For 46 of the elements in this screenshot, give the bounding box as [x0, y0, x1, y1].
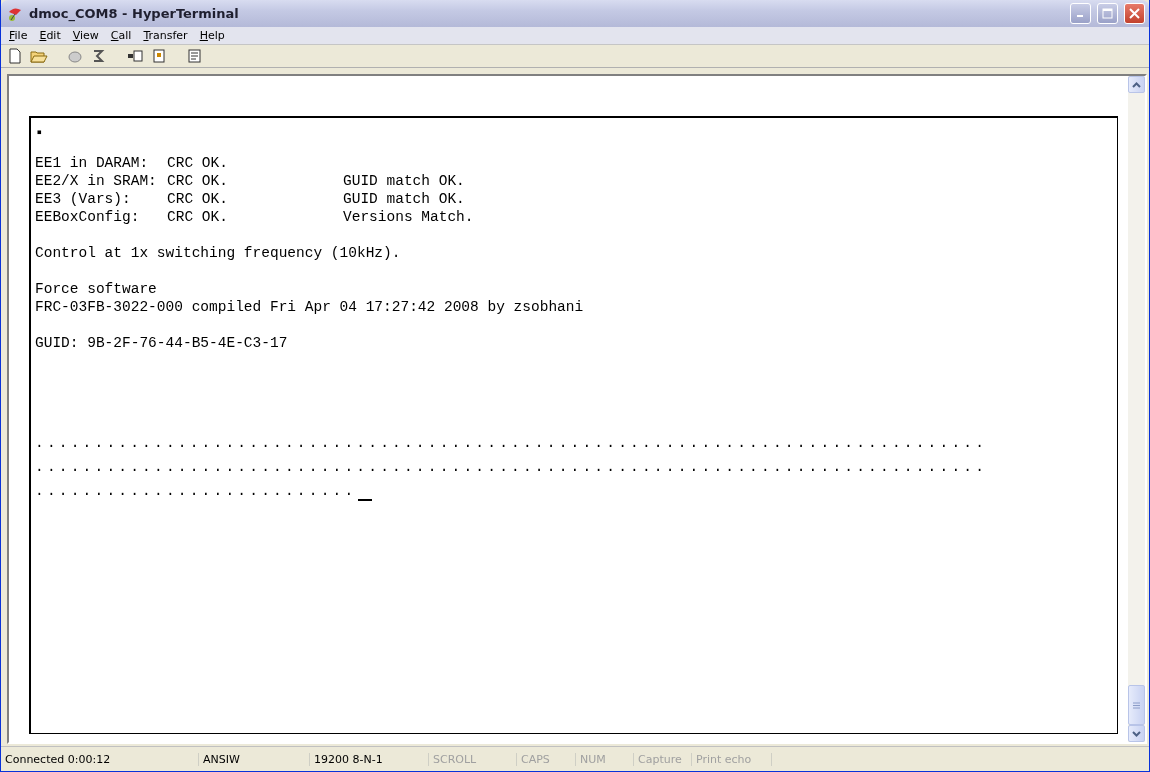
terminal-text: EEBoxConfig: — [35, 208, 141, 226]
maximize-button[interactable] — [1097, 3, 1118, 24]
app-icon — [7, 5, 23, 22]
close-icon — [1129, 8, 1140, 19]
scroll-up-button[interactable] — [1128, 76, 1145, 93]
terminal-text: GUID: 9B-2F-76-44-B5-4E-C3-17 — [35, 334, 289, 352]
status-field: Connected 0:00:12 — [1, 752, 199, 766]
status-field: Capture — [634, 752, 692, 766]
menu-item[interactable]: Help — [193, 29, 231, 42]
progress-dots: ................................................................................ — [35, 434, 988, 452]
scroll-down-button[interactable] — [1128, 725, 1145, 742]
close-button[interactable] — [1124, 3, 1145, 24]
status-field: 19200 8-N-1 — [310, 752, 429, 766]
minimize-button[interactable] — [1070, 3, 1091, 24]
scroll-thumb[interactable] — [1128, 685, 1145, 725]
chevron-down-icon — [1132, 730, 1141, 737]
status-field: ANSIW — [199, 752, 310, 766]
terminal-text: Versions Match. — [343, 208, 475, 226]
terminal-text: Force software — [35, 280, 158, 298]
progress-dots: ........................... — [35, 482, 357, 500]
terminal-text: CRC OK. — [167, 190, 229, 208]
terminal-text: GUID match OK. — [343, 190, 466, 208]
menu-item[interactable]: Edit — [33, 29, 67, 42]
terminal-text: FRC-03FB-3022-000 compiled Fri Apr 04 17:27:42 2008 by zsobhani — [35, 298, 585, 316]
terminal-text: EE1 in DARAM: — [35, 154, 150, 172]
terminal-text: CRC OK. — [167, 208, 229, 226]
terminal-text: CRC OK. — [167, 172, 229, 190]
terminal-text: GUID match OK. — [343, 172, 466, 190]
terminal-text: Control at 1x switching frequency (10kHz). — [35, 244, 402, 262]
status-field: CAPS — [517, 752, 576, 766]
status-field: Print echo — [692, 752, 772, 766]
progress-dots: ................................................................................ — [35, 458, 988, 476]
terminal-text: EE2/X in SRAM: — [35, 172, 158, 190]
menu-item[interactable]: View — [66, 29, 105, 42]
terminal-text: EE3 (Vars): — [35, 190, 132, 208]
terminal-text: ▪ — [35, 124, 45, 142]
menu-item[interactable]: Transfer — [137, 29, 194, 42]
window-title: dmoc_COM8 - HyperTerminal — [29, 6, 240, 21]
status-field: SCROLL — [429, 752, 517, 766]
menu-item[interactable]: File — [3, 29, 34, 42]
vertical-scrollbar[interactable] — [1128, 76, 1145, 742]
chevron-up-icon — [1132, 81, 1141, 88]
menu-item[interactable]: Call — [104, 29, 138, 42]
status-field: NUM — [576, 752, 634, 766]
terminal-text: CRC OK. — [167, 154, 229, 172]
maximize-icon — [1102, 8, 1113, 19]
